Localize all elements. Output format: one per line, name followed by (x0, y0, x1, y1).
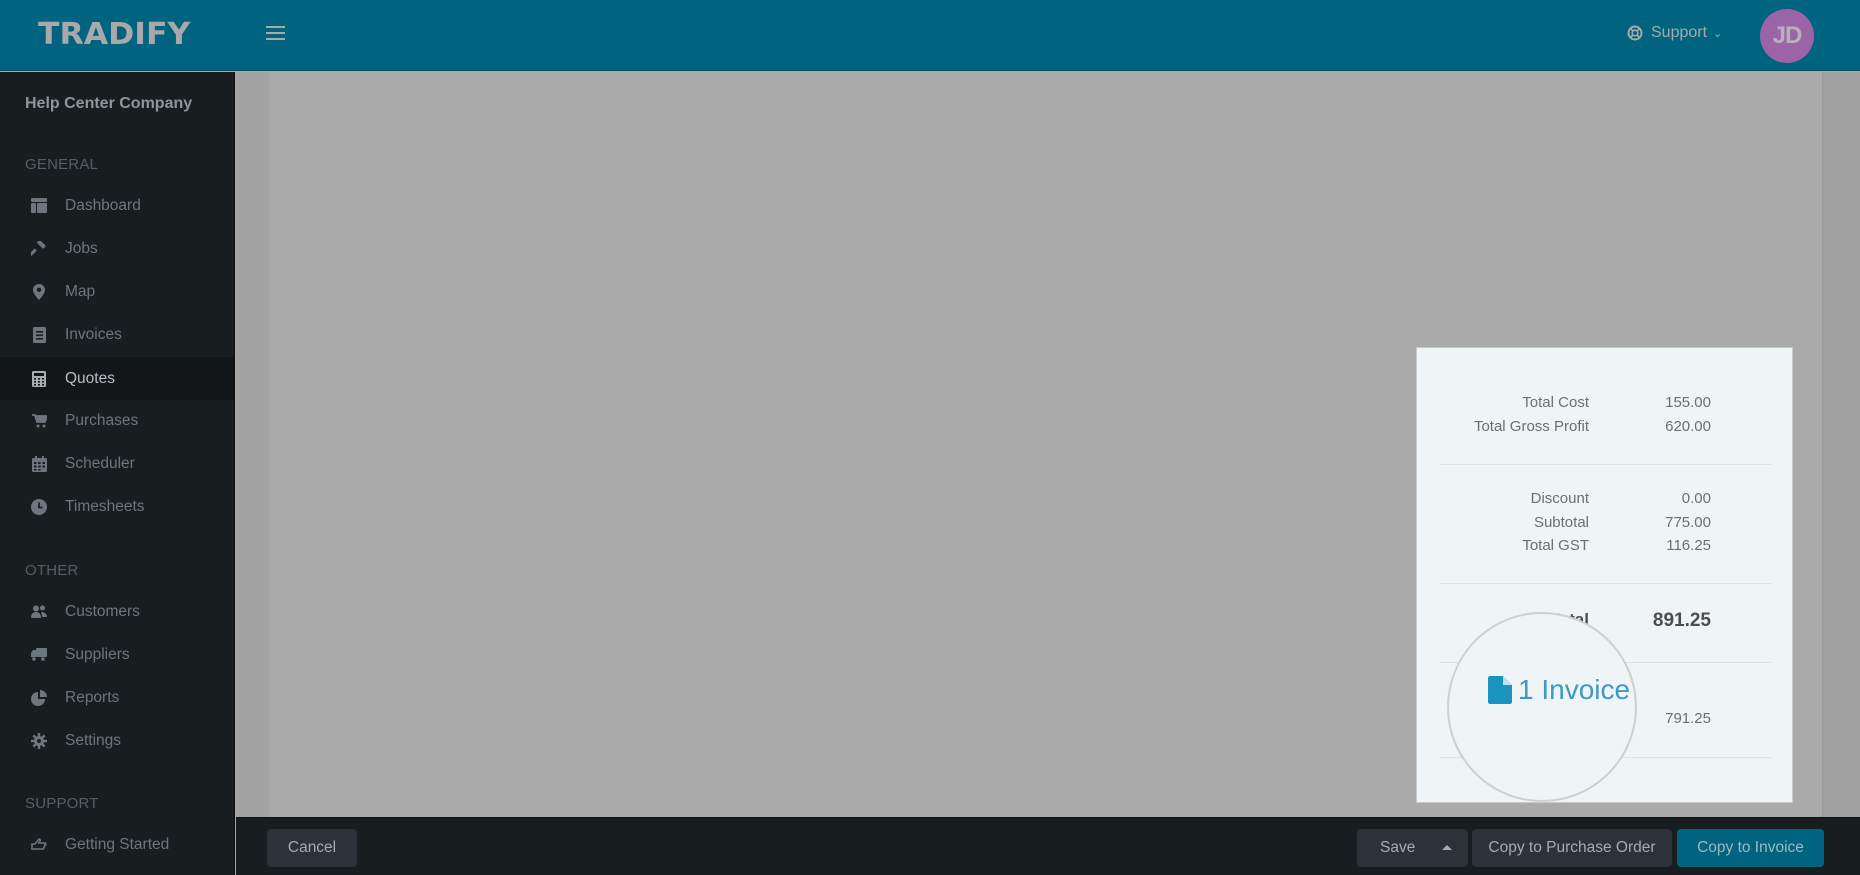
sidebar-item-invoices[interactable]: Invoices (0, 313, 234, 356)
support-label: Support (1651, 24, 1708, 41)
sidebar-item-settings[interactable]: Settings (0, 719, 234, 762)
sidebar-item-label: Dashboard (65, 196, 141, 214)
truck-icon (30, 646, 48, 664)
action-footer: Cancel Save Copy to Purchase Order Copy … (236, 817, 1860, 875)
section-label-other: OTHER (25, 562, 79, 579)
summary-divider (1440, 583, 1771, 584)
calculator-icon (30, 370, 48, 388)
sidebar-item-map[interactable]: Map (0, 270, 234, 313)
sidebar-item-label: Timesheets (65, 497, 145, 515)
caret-up-icon[interactable] (1442, 845, 1452, 850)
summary-value-invoiced: 791.25 (1665, 710, 1711, 727)
copy-to-purchase-order-button[interactable]: Copy to Purchase Order (1472, 829, 1672, 867)
section-label-general: GENERAL (25, 156, 99, 173)
sidebar-item-label: Customers (65, 602, 140, 620)
magnifier-highlight: 1 Invoice (1447, 612, 1637, 802)
summary-label: Total GST (1522, 537, 1589, 554)
sidebar-item-dashboard[interactable]: Dashboard (0, 184, 234, 227)
lifebuoy-icon (1627, 25, 1643, 41)
summary-row-discount: Discount 0.00 (1417, 490, 1794, 514)
menu-toggle-button[interactable] (266, 26, 285, 42)
user-avatar[interactable]: JD (1760, 9, 1814, 63)
summary-value: 116.25 (1666, 537, 1711, 554)
invoice-link-label: 1 Invoice (1518, 674, 1631, 705)
sidebar-item-purchases[interactable]: Purchases (0, 399, 234, 442)
sidebar-item-label: Quotes (65, 369, 115, 387)
summary-row-gst: Total GST 116.25 (1417, 537, 1794, 561)
users-icon (30, 603, 48, 621)
summary-label: Total Cost (1522, 394, 1589, 411)
company-name: Help Center Company (25, 95, 193, 112)
section-label-support: SUPPORT (25, 795, 99, 812)
clock-icon (30, 498, 48, 516)
sidebar-item-label: Purchases (65, 411, 139, 429)
top-navbar: TRADIFY Support ⌄ JD (0, 0, 1860, 71)
summary-divider (1440, 464, 1771, 465)
invoice-icon (30, 326, 48, 344)
sidebar-item-label: Reports (65, 688, 120, 706)
copy-to-invoice-button[interactable]: Copy to Invoice (1677, 829, 1824, 867)
hammer-icon (30, 240, 48, 258)
hamburger-icon-line (266, 32, 285, 34)
hamburger-icon-line (266, 38, 285, 40)
sidebar: Help Center Company GENERAL Dashboard Jo… (0, 72, 235, 875)
pie-chart-icon (30, 689, 48, 707)
sidebar-item-jobs[interactable]: Jobs (0, 227, 234, 270)
summary-row-gross-profit: Total Gross Profit 620.00 (1417, 418, 1794, 442)
sidebar-item-quotes[interactable]: Quotes (0, 357, 234, 400)
summary-value: 775.00 (1665, 514, 1711, 531)
save-button[interactable]: Save (1357, 829, 1468, 867)
summary-value: 155.00 (1665, 394, 1711, 411)
sidebar-item-label: Scheduler (65, 454, 135, 472)
summary-value: 620.00 (1665, 418, 1711, 435)
invoice-link[interactable]: 1 Invoice (1488, 674, 1630, 706)
calendar-icon (30, 455, 48, 473)
page-gutter-left (236, 72, 269, 817)
chevron-down-icon: ⌄ (1713, 27, 1723, 40)
summary-row-total-cost: Total Cost 155.00 (1417, 394, 1794, 418)
summary-label: Total Gross Profit (1473, 418, 1589, 435)
sidebar-item-label: Suppliers (65, 645, 130, 663)
sidebar-item-scheduler[interactable]: Scheduler (0, 442, 234, 485)
hand-pointer-icon (30, 836, 48, 854)
save-label: Save (1380, 839, 1416, 856)
sidebar-item-getting-started[interactable]: Getting Started (0, 823, 234, 866)
tradify-logo[interactable]: TRADIFY (38, 17, 190, 52)
support-dropdown[interactable]: Support ⌄ (1627, 24, 1722, 42)
cart-icon (30, 412, 48, 430)
summary-label: Discount (1530, 490, 1589, 507)
file-icon (1488, 676, 1512, 704)
dashboard-icon (30, 197, 48, 215)
sidebar-item-label: Settings (65, 731, 122, 749)
sidebar-item-customers[interactable]: Customers (0, 590, 234, 633)
cancel-button[interactable]: Cancel (267, 829, 357, 867)
map-pin-icon (30, 283, 48, 301)
summary-value: 0.00 (1681, 490, 1711, 507)
summary-row-total: Total 891.25 (1417, 610, 1794, 634)
sidebar-item-timesheets[interactable]: Timesheets (0, 485, 234, 528)
gear-icon (30, 732, 48, 750)
summary-value-total: 891.25 (1652, 610, 1711, 631)
hamburger-icon (266, 26, 285, 28)
summary-label: Subtotal (1533, 514, 1589, 531)
sidebar-item-label: Jobs (65, 239, 98, 257)
sidebar-item-suppliers[interactable]: Suppliers (0, 633, 234, 676)
sidebar-item-reports[interactable]: Reports (0, 676, 234, 719)
summary-row-subtotal: Subtotal 775.00 (1417, 514, 1794, 538)
page-gutter-right (1822, 72, 1860, 817)
sidebar-item-label: Invoices (65, 325, 122, 343)
sidebar-item-label: Map (65, 282, 96, 300)
sidebar-item-label: Getting Started (65, 835, 170, 853)
